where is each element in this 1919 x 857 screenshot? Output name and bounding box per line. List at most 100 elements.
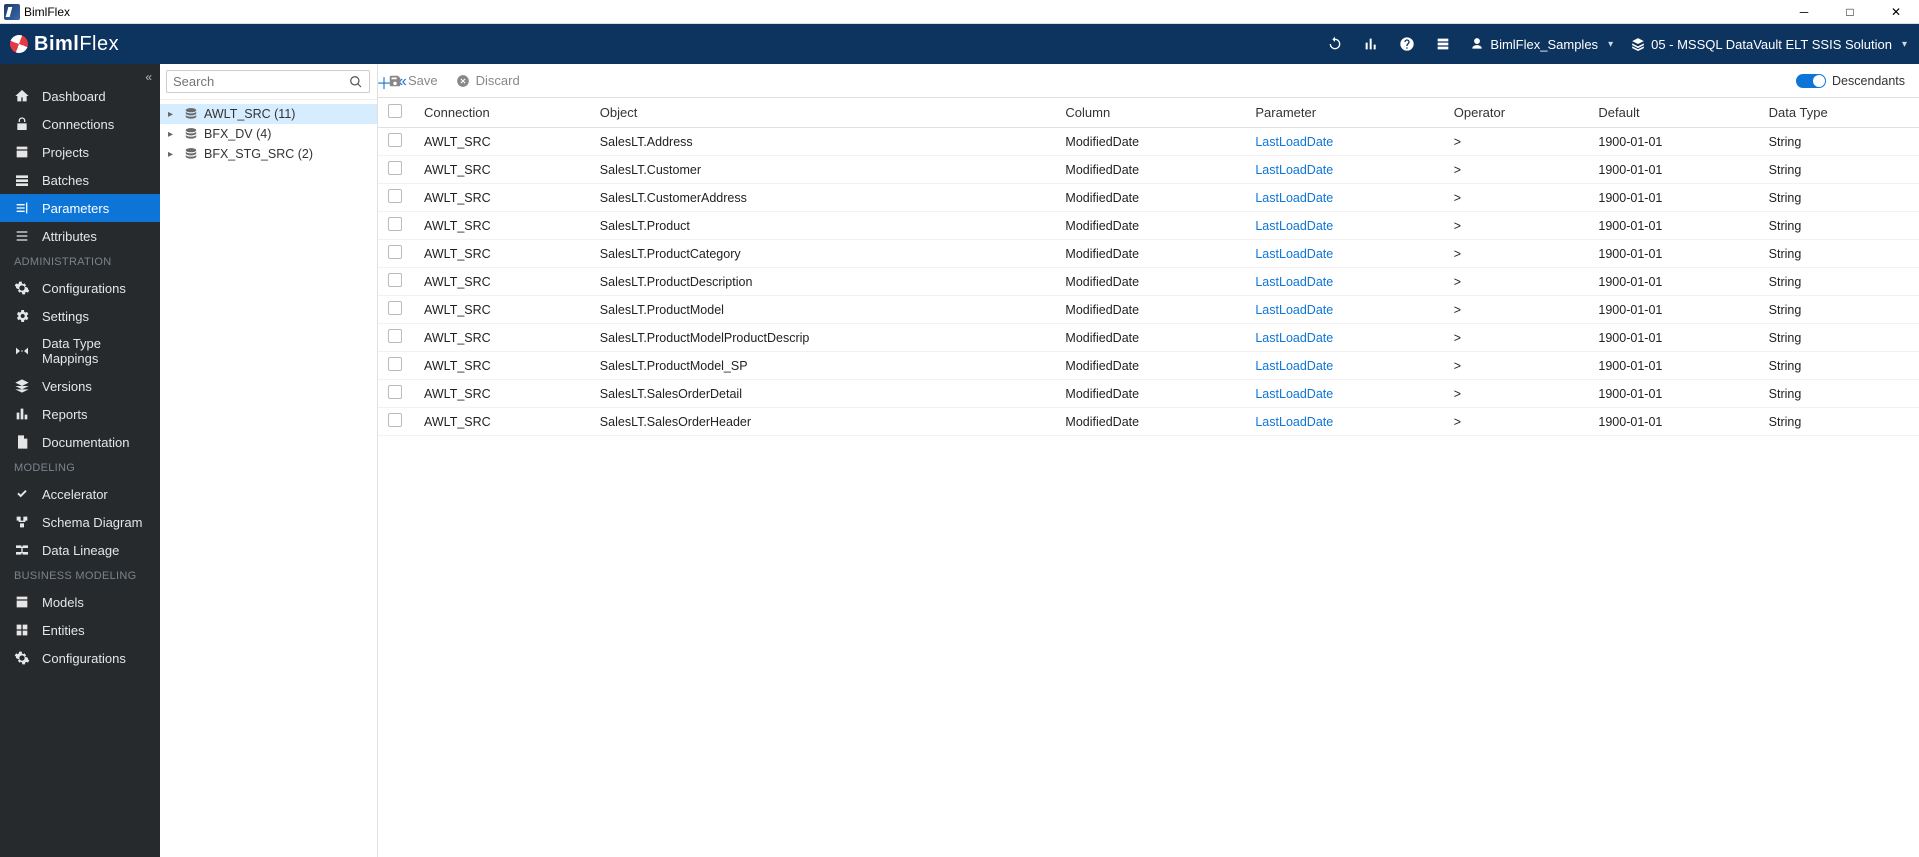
col-parameter[interactable]: Parameter [1245,98,1443,128]
cell-parameter[interactable]: LastLoadDate [1245,408,1443,436]
table-row[interactable]: AWLT_SRCSalesLT.ProductModifiedDateLastL… [378,212,1919,240]
nav-item-entities[interactable]: Entities [0,616,160,644]
discard-button[interactable]: Discard [456,73,520,88]
col-object[interactable]: Object [590,98,1056,128]
customer-name: BimlFlex_Samples [1490,37,1598,52]
reports-bar-icon[interactable] [1362,35,1380,53]
tree-search-input[interactable] [166,70,370,93]
nav-item-configurations[interactable]: Configurations [0,274,160,302]
cell-parameter[interactable]: LastLoadDate [1245,240,1443,268]
nav-item-data-lineage[interactable]: Data Lineage [0,536,160,564]
nav-item-parameters[interactable]: Parameters [0,194,160,222]
table-row[interactable]: AWLT_SRCSalesLT.CustomerModifiedDateLast… [378,156,1919,184]
cell-operator: > [1444,408,1589,436]
cell-object: SalesLT.ProductModelProductDescrip [590,324,1056,352]
table-row[interactable]: AWLT_SRCSalesLT.ProductDescriptionModifi… [378,268,1919,296]
cell-default: 1900-01-01 [1588,268,1758,296]
tree-caret-icon[interactable]: ▸ [168,129,178,140]
nav-item-dashboard[interactable]: Dashboard [0,82,160,110]
row-checkbox[interactable] [388,217,402,231]
cell-parameter[interactable]: LastLoadDate [1245,268,1443,296]
nav-item-connections[interactable]: Connections [0,110,160,138]
nav-item-label: Schema Diagram [42,515,142,530]
cell-object: SalesLT.Customer [590,156,1056,184]
cell-parameter[interactable]: LastLoadDate [1245,212,1443,240]
table-row[interactable]: AWLT_SRCSalesLT.ProductModelModifiedDate… [378,296,1919,324]
nav-item-accelerator[interactable]: Accelerator [0,480,160,508]
window-minimize-button[interactable]: ─ [1781,0,1827,24]
table-row[interactable]: AWLT_SRCSalesLT.ProductModel_SPModifiedD… [378,352,1919,380]
nav-item-settings[interactable]: Settings [0,302,160,330]
customer-selector[interactable]: BimlFlex_Samples ▾ [1470,37,1613,52]
row-checkbox[interactable] [388,329,402,343]
table-row[interactable]: AWLT_SRCSalesLT.AddressModifiedDateLastL… [378,128,1919,156]
cell-parameter[interactable]: LastLoadDate [1245,128,1443,156]
row-checkbox[interactable] [388,301,402,315]
cell-parameter[interactable]: LastLoadDate [1245,380,1443,408]
col-operator[interactable]: Operator [1444,98,1589,128]
cell-parameter[interactable]: LastLoadDate [1245,324,1443,352]
cell-object: SalesLT.ProductCategory [590,240,1056,268]
version-selector[interactable]: 05 - MSSQL DataVault ELT SSIS Solution ▾ [1631,37,1907,52]
tree-caret-icon[interactable]: ▸ [168,109,178,120]
help-icon[interactable] [1398,35,1416,53]
table-row[interactable]: AWLT_SRCSalesLT.SalesOrderHeaderModified… [378,408,1919,436]
table-row[interactable]: AWLT_SRCSalesLT.CustomerAddressModifiedD… [378,184,1919,212]
col-connection[interactable]: Connection [414,98,590,128]
row-checkbox[interactable] [388,413,402,427]
col-column[interactable]: Column [1055,98,1245,128]
window-maximize-button[interactable]: □ [1827,0,1873,24]
nav-item-schema-diagram[interactable]: Schema Diagram [0,508,160,536]
cell-operator: > [1444,352,1589,380]
refresh-icon[interactable] [1326,35,1344,53]
descendants-label: Descendants [1832,74,1905,88]
nav-item-models[interactable]: Models [0,588,160,616]
table-row[interactable]: AWLT_SRCSalesLT.SalesOrderDetailModified… [378,380,1919,408]
nav-item-reports[interactable]: Reports [0,400,160,428]
cell-column: ModifiedDate [1055,408,1245,436]
sidebar-collapse-icon[interactable]: « [145,70,152,84]
select-all-checkbox[interactable] [388,104,402,118]
table-row[interactable]: AWLT_SRCSalesLT.ProductModelProductDescr… [378,324,1919,352]
cell-parameter[interactable]: LastLoadDate [1245,296,1443,324]
col-datatype[interactable]: Data Type [1759,98,1919,128]
tree-node-bfx-stg-src-2-[interactable]: ▸BFX_STG_SRC (2) [160,144,377,164]
row-checkbox[interactable] [388,357,402,371]
app-brand: BimlFlex [10,33,119,56]
user-icon [1470,37,1484,51]
tree-node-bfx-dv-4-[interactable]: ▸BFX_DV (4) [160,124,377,144]
reports-icon [14,406,30,422]
window-close-button[interactable]: ✕ [1873,0,1919,24]
nav-header-modeling: MODELING [0,456,160,480]
nav-item-documentation[interactable]: Documentation [0,428,160,456]
row-checkbox[interactable] [388,385,402,399]
nav-item-batches[interactable]: Batches [0,166,160,194]
nav-item-attributes[interactable]: Attributes [0,222,160,250]
cell-default: 1900-01-01 [1588,296,1758,324]
tree-caret-icon[interactable]: ▸ [168,149,178,160]
cell-operator: > [1444,184,1589,212]
col-default[interactable]: Default [1588,98,1758,128]
row-checkbox[interactable] [388,245,402,259]
table-row[interactable]: AWLT_SRCSalesLT.ProductCategoryModifiedD… [378,240,1919,268]
tree-search-field[interactable] [173,74,349,89]
row-checkbox[interactable] [388,273,402,287]
nav-item-label: Entities [42,623,85,638]
cell-connection: AWLT_SRC [414,408,590,436]
nav-item-projects[interactable]: Projects [0,138,160,166]
descendants-toggle[interactable] [1796,74,1826,88]
row-checkbox[interactable] [388,189,402,203]
cell-parameter[interactable]: LastLoadDate [1245,184,1443,212]
cell-parameter[interactable]: LastLoadDate [1245,156,1443,184]
save-button[interactable]: Save [388,73,438,88]
nav-item-versions[interactable]: Versions [0,372,160,400]
nav-item-configurations[interactable]: Configurations [0,644,160,672]
row-checkbox[interactable] [388,161,402,175]
nav-item-data-type-mappings[interactable]: Data Type Mappings [0,330,160,372]
row-checkbox[interactable] [388,133,402,147]
dashboard-icon [14,88,30,104]
cell-connection: AWLT_SRC [414,156,590,184]
database-deploy-icon[interactable] [1434,35,1452,53]
cell-parameter[interactable]: LastLoadDate [1245,352,1443,380]
tree-node-awlt-src-11-[interactable]: ▸AWLT_SRC (11) [160,104,377,124]
